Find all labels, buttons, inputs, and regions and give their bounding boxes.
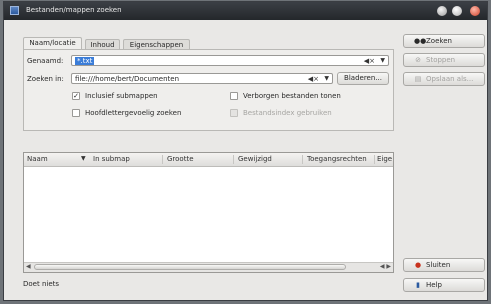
minimize-icon[interactable]	[437, 6, 447, 16]
column-permissions[interactable]: Toegangsrechten	[307, 155, 367, 163]
close-window-icon[interactable]	[470, 6, 480, 16]
name-input-value[interactable]: *.txt	[75, 57, 95, 65]
find-button[interactable]: ●● Zoeken	[403, 34, 485, 48]
name-label: Genaamd:	[27, 57, 64, 65]
include-subfolders-label: Inclusief submappen	[85, 92, 158, 100]
scrollbar-thumb[interactable]	[34, 264, 346, 270]
chevron-down-icon[interactable]: ▼	[380, 57, 385, 64]
stop-icon: ⊘	[415, 56, 421, 64]
clear-text-icon[interactable]: ◀×	[308, 75, 319, 83]
scroll-right-icon[interactable]: ◀ ▶	[380, 263, 391, 270]
show-hidden-label: Verborgen bestanden tonen	[243, 92, 341, 100]
include-subfolders-checkbox[interactable]: ✓	[72, 92, 80, 100]
column-size[interactable]: Grootte	[167, 155, 194, 163]
maximize-icon[interactable]	[452, 6, 462, 16]
results-table[interactable]: Naam ▼ In submap Grootte Gewijzigd Toega…	[23, 152, 394, 273]
chevron-down-icon[interactable]: ▼	[324, 75, 329, 82]
help-button[interactable]: ▮ Help	[403, 278, 485, 292]
browse-button[interactable]: Bladeren...	[337, 72, 389, 85]
scroll-left-icon[interactable]: ◀	[26, 263, 31, 270]
help-icon: ▮	[416, 281, 420, 289]
close-button[interactable]: ● Sluiten	[403, 258, 485, 272]
stop-button: ⊘ Stoppen	[403, 53, 485, 67]
column-separator	[162, 155, 163, 164]
lookin-input-value[interactable]: file:///home/bert/Documenten	[75, 75, 179, 83]
window-title: Bestanden/mappen zoeken	[26, 6, 122, 14]
column-owner[interactable]: Eige	[377, 155, 392, 163]
find-files-window: Bestanden/mappen zoeken Naam/locatie Inh…	[3, 1, 488, 301]
lookin-label: Zoeken in:	[27, 75, 64, 83]
use-index-label: Bestandsindex gebruiken	[243, 109, 332, 117]
name-location-panel: Genaamd: *.txt ◀× ▼ Zoeken in: file:///h…	[23, 49, 394, 131]
column-separator	[302, 155, 303, 164]
name-combobox[interactable]: *.txt ◀× ▼	[71, 55, 389, 66]
lookin-combobox[interactable]: file:///home/bert/Documenten ◀× ▼	[71, 73, 333, 84]
save-icon: ▤	[414, 75, 422, 83]
column-separator	[374, 155, 375, 164]
case-sensitive-checkbox[interactable]	[72, 109, 80, 117]
title-bar[interactable]: Bestanden/mappen zoeken	[4, 2, 487, 20]
clear-text-icon[interactable]: ◀×	[364, 57, 375, 65]
binoculars-icon: ●●	[414, 37, 427, 45]
column-name[interactable]: Naam	[27, 155, 48, 163]
sort-desc-icon: ▼	[81, 155, 86, 162]
search-app-icon	[10, 6, 19, 15]
column-modified[interactable]: Gewijzigd	[238, 155, 272, 163]
status-text: Doet niets	[23, 280, 60, 288]
horizontal-scrollbar[interactable]: ◀ ◀ ▶	[24, 262, 393, 272]
case-sensitive-label: Hoofdlettergevoelig zoeken	[85, 109, 182, 117]
save-as-button: ▤ Opslaan als...	[403, 72, 485, 86]
results-header: Naam ▼ In submap Grootte Gewijzigd Toega…	[24, 153, 393, 167]
column-in-subfolder[interactable]: In submap	[93, 155, 130, 163]
show-hidden-checkbox[interactable]	[230, 92, 238, 100]
use-index-checkbox	[230, 109, 238, 117]
column-separator	[233, 155, 234, 164]
close-icon: ●	[414, 261, 422, 269]
